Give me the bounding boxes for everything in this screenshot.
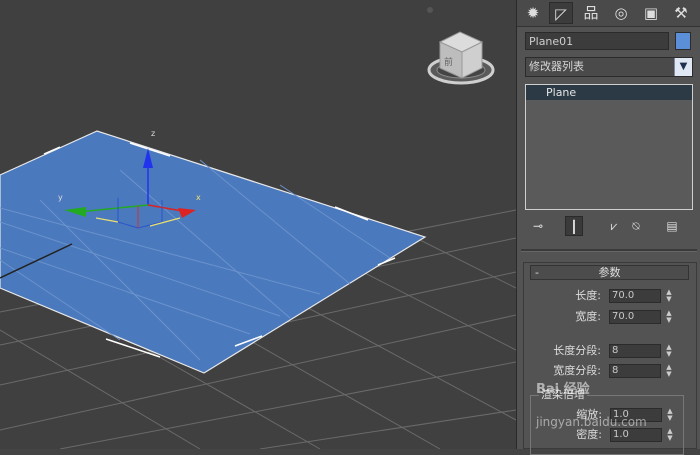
command-panel-tabs: ✹ ◸ 品 ◎ ▣ ⚒ [517, 0, 700, 27]
length-segs-row: 长度分段: 8 ▲ ▼ [524, 344, 696, 358]
make-unique-icon[interactable]: ⩗ [605, 216, 623, 236]
panel-separator [521, 249, 697, 252]
width-spinner-icon[interactable]: ▲ ▼ [664, 310, 674, 324]
length-segs-spinner-icon[interactable]: ▲ ▼ [664, 344, 674, 358]
length-spinner-icon[interactable]: ▲ ▼ [664, 289, 674, 303]
parameters-rollout-header[interactable]: - 参数 [530, 265, 689, 280]
width-segs-label: 宽度分段: [553, 364, 601, 377]
remove-modifier-icon[interactable]: ⍉ [627, 216, 645, 236]
viewcube-face-label: 前 [444, 56, 453, 68]
display-tab-icon[interactable]: ▣ [639, 2, 663, 24]
width-input[interactable]: 70.0 [609, 310, 661, 324]
watermark-url: jingyan.baidu.com [536, 415, 647, 429]
gizmo-y-label: y [58, 193, 63, 202]
length-row: 长度: 70.0 ▲ ▼ [524, 289, 696, 303]
density-label: 密度: [576, 428, 602, 441]
width-segs-spinner-icon[interactable]: ▲ ▼ [664, 364, 674, 378]
perspective-viewport[interactable]: z x y 前 [0, 0, 516, 449]
gizmo-x-label: x [196, 193, 201, 202]
width-label: 宽度: [575, 310, 601, 323]
create-tab-icon[interactable]: ✹ [521, 2, 545, 24]
gizmo-z-label: z [151, 129, 155, 138]
length-input[interactable]: 70.0 [609, 289, 661, 303]
hierarchy-tab-icon[interactable]: 品 [579, 2, 603, 24]
collapse-icon: - [535, 266, 539, 279]
stack-item-plane[interactable]: Plane [526, 85, 692, 100]
object-name-field[interactable]: Plane01 [525, 32, 669, 50]
viewport-scene: z x y 前 [0, 7, 516, 449]
watermark-logo: Bai 经验 [536, 382, 590, 397]
stack-toolbar: ⊸ ┃ ⩗ ⍉ ▤ [525, 216, 693, 236]
modify-tab-icon[interactable]: ◸ [549, 2, 573, 24]
rollout-title: 参数 [598, 266, 621, 279]
viewcube[interactable]: 前 [427, 31, 495, 85]
length-segs-input[interactable]: 8 [609, 344, 661, 358]
density-spinner-icon[interactable]: ▲ ▼ [665, 428, 675, 442]
density-input[interactable]: 1.0 [610, 428, 662, 442]
object-color-swatch[interactable] [675, 32, 691, 50]
configure-sets-icon[interactable]: ▤ [663, 216, 681, 236]
viewport-dot [427, 7, 433, 13]
modifier-list-label: 修改器列表 [529, 60, 584, 73]
dropdown-arrow-icon[interactable]: ▼ [674, 58, 692, 76]
width-row: 宽度: 70.0 ▲ ▼ [524, 310, 696, 324]
width-segs-input[interactable]: 8 [609, 364, 661, 378]
utilities-tab-icon[interactable]: ⚒ [669, 2, 693, 24]
show-end-result-icon[interactable]: ┃ [565, 216, 583, 236]
scale-spinner-icon[interactable]: ▲ ▼ [665, 408, 675, 422]
modifier-stack[interactable]: Plane [525, 84, 693, 210]
max-window: z x y 前 ✹ ◸ 品 ◎ ▣ ⚒ Plane01 修改器列表 ▼ Plan… [0, 0, 700, 455]
length-segs-label: 长度分段: [553, 344, 601, 357]
density-row: 密度: 1.0 ▲ ▼ [525, 428, 697, 442]
modifier-list-dropdown[interactable]: 修改器列表 ▼ [525, 57, 693, 77]
width-segs-row: 宽度分段: 8 ▲ ▼ [524, 364, 696, 378]
pin-stack-icon[interactable]: ⊸ [529, 216, 547, 236]
motion-tab-icon[interactable]: ◎ [609, 2, 633, 24]
length-label: 长度: [575, 289, 601, 302]
